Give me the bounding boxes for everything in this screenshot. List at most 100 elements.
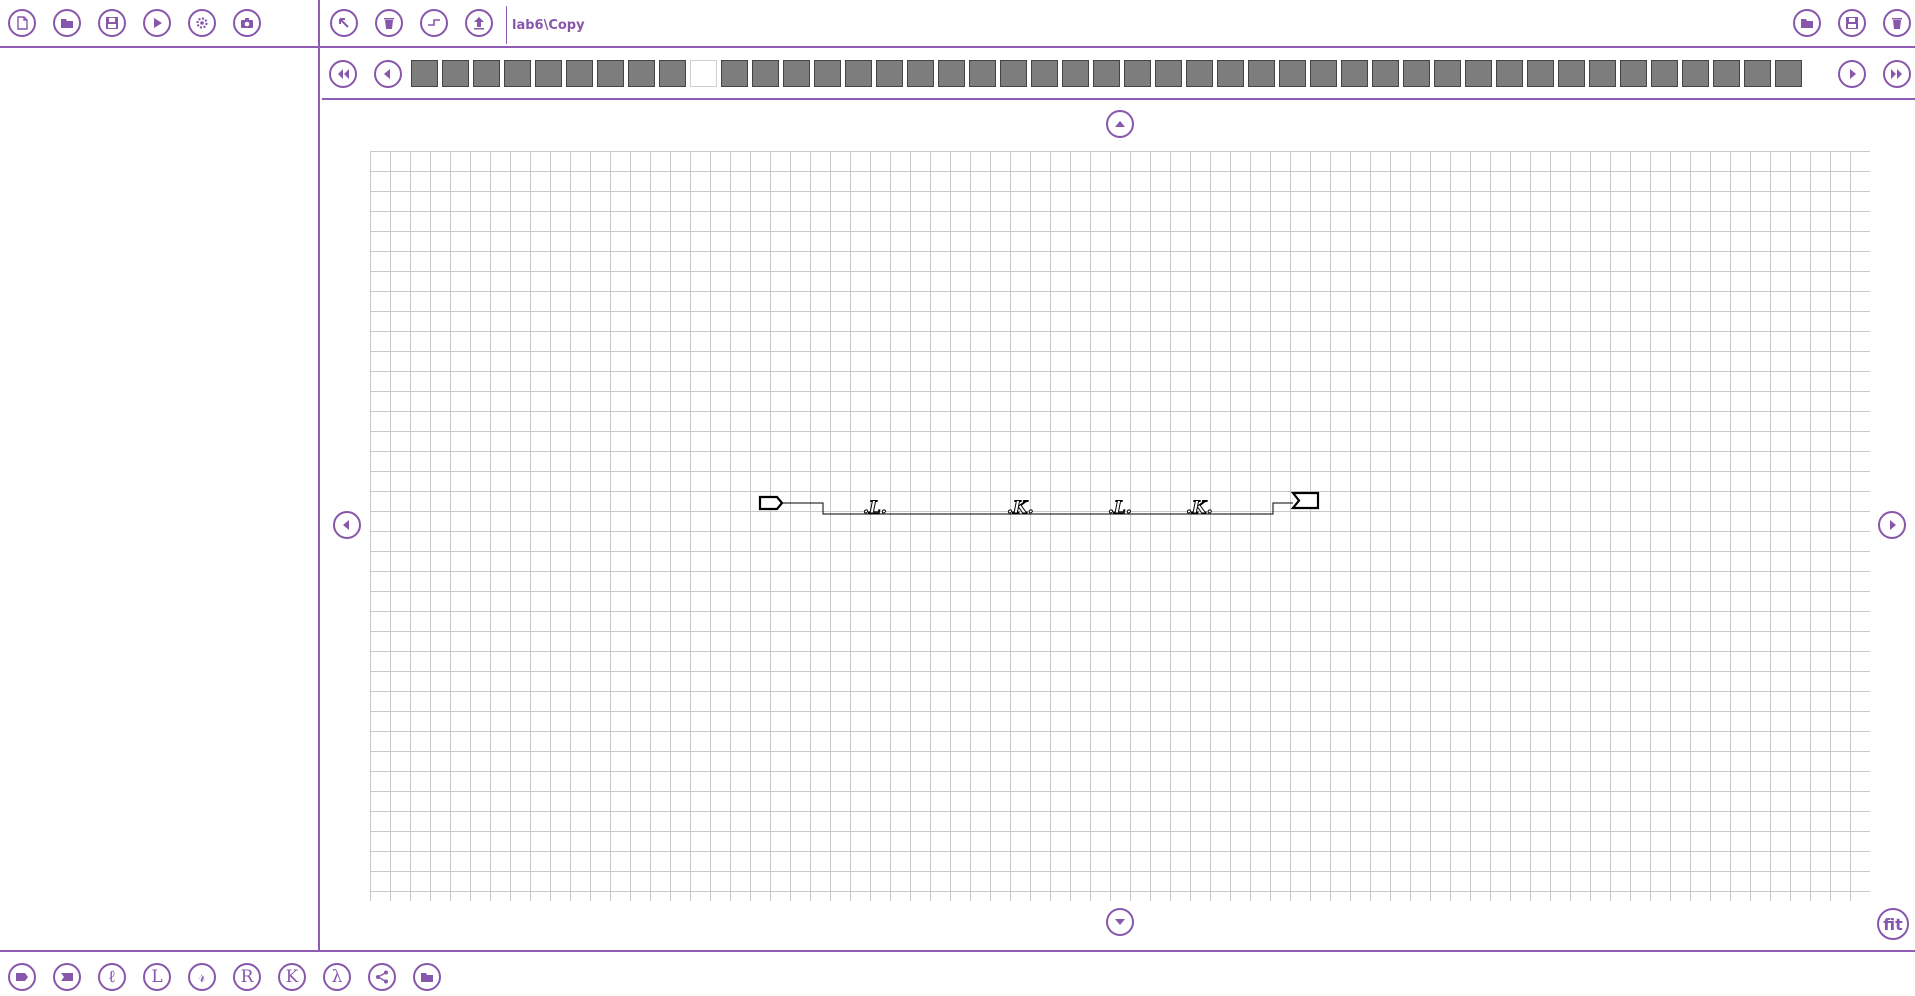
strip-slot[interactable] — [1775, 60, 1802, 87]
sink-node[interactable] — [1290, 491, 1320, 510]
strip-slot[interactable] — [659, 60, 686, 87]
open-folder-icon — [61, 19, 73, 28]
strip-slot[interactable] — [907, 60, 934, 87]
delete-right-button[interactable] — [1883, 9, 1911, 37]
step-button[interactable] — [420, 9, 448, 37]
upload-button[interactable] — [465, 9, 493, 37]
select-button[interactable] — [330, 9, 358, 37]
trash-icon — [384, 18, 394, 29]
strip-slot[interactable] — [1651, 60, 1678, 87]
save-button[interactable] — [98, 9, 126, 37]
palette-l-button[interactable]: L — [143, 963, 171, 991]
strip-slot[interactable] — [1186, 60, 1213, 87]
strip-slot[interactable] — [1124, 60, 1151, 87]
strip-slot[interactable] — [690, 60, 717, 87]
strip-slot[interactable] — [1496, 60, 1523, 87]
palette-folder-button[interactable] — [413, 963, 441, 991]
strip-slot[interactable] — [845, 60, 872, 87]
strip-slot[interactable] — [938, 60, 965, 87]
strip-slot[interactable] — [814, 60, 841, 87]
strip-slot[interactable] — [1589, 60, 1616, 87]
strip-slot[interactable] — [1372, 60, 1399, 87]
strip-slot[interactable] — [1062, 60, 1089, 87]
strip-slot[interactable] — [1620, 60, 1647, 87]
block-label[interactable]: .K. — [1007, 498, 1035, 519]
strip-slot[interactable] — [473, 60, 500, 87]
next-slot-button[interactable] — [1838, 60, 1866, 88]
diagram-canvas[interactable]: .L. .K. .L. .K. — [370, 151, 1870, 901]
strip-slot[interactable] — [1000, 60, 1027, 87]
strip-slot[interactable] — [535, 60, 562, 87]
strip-slot[interactable] — [1248, 60, 1275, 87]
first-slot-button[interactable] — [329, 60, 357, 88]
save-right-button[interactable] — [1838, 9, 1866, 37]
fit-button[interactable]: fit — [1877, 908, 1909, 940]
settings-button[interactable] — [188, 9, 216, 37]
open-folder-icon — [1801, 19, 1813, 28]
prev-slot-button[interactable] — [374, 60, 402, 88]
strip-slot[interactable] — [1682, 60, 1709, 87]
upload-icon — [474, 17, 484, 30]
palette-k-button[interactable]: K — [278, 963, 306, 991]
strip-slot[interactable] — [876, 60, 903, 87]
strip-slot[interactable] — [1217, 60, 1244, 87]
open-folder-right-button[interactable] — [1793, 9, 1821, 37]
scroll-up-button[interactable] — [1106, 110, 1134, 138]
scroll-down-button[interactable] — [1106, 908, 1134, 936]
r-script-icon: 𝓇 — [198, 966, 206, 987]
strip-slot[interactable] — [1558, 60, 1585, 87]
strip-slot[interactable] — [1527, 60, 1554, 87]
last-slot-button[interactable] — [1883, 60, 1911, 88]
strip-slot[interactable] — [721, 60, 748, 87]
palette-share-button[interactable] — [368, 963, 396, 991]
palette-l-script-button[interactable]: ℓ — [98, 963, 126, 991]
block-label[interactable]: .L. — [1108, 498, 1133, 519]
strip-slot[interactable] — [1031, 60, 1058, 87]
palette-lambda-button[interactable]: λ — [323, 963, 351, 991]
palette-input-tag-button[interactable] — [8, 963, 36, 991]
strip-slot[interactable] — [1434, 60, 1461, 87]
palette-r-script-button[interactable]: 𝓇 — [188, 963, 216, 991]
strip-slot[interactable] — [1155, 60, 1182, 87]
delete-button[interactable] — [375, 9, 403, 37]
strip-slot[interactable] — [1744, 60, 1771, 87]
strip-slot[interactable] — [752, 60, 779, 87]
frame-strip — [411, 60, 1806, 88]
run-button[interactable] — [143, 9, 171, 37]
block-label[interactable]: .K. — [1186, 498, 1214, 519]
gear-icon — [196, 17, 208, 29]
palette-output-tag-button[interactable] — [53, 963, 81, 991]
strip-slot[interactable] — [1341, 60, 1368, 87]
chevron-down-icon — [1115, 919, 1125, 925]
strip-slot[interactable] — [411, 60, 438, 87]
strip-slot[interactable] — [504, 60, 531, 87]
output-tag-icon — [61, 973, 73, 981]
strip-slot[interactable] — [783, 60, 810, 87]
strip-slot[interactable] — [597, 60, 624, 87]
strip-slot[interactable] — [1093, 60, 1120, 87]
snapshot-button[interactable] — [233, 9, 261, 37]
source-node[interactable] — [758, 495, 784, 511]
chevron-up-icon — [1115, 121, 1125, 127]
chevron-left-icon — [343, 520, 349, 530]
strip-slot[interactable] — [1465, 60, 1492, 87]
strip-slot[interactable] — [442, 60, 469, 87]
strip-slot[interactable] — [1279, 60, 1306, 87]
chevron-right-icon — [1850, 69, 1856, 79]
strip-slot[interactable] — [1310, 60, 1337, 87]
rewind-icon — [338, 69, 349, 79]
diagram-svg: .L. .K. .L. .K. — [758, 491, 1320, 519]
save-icon — [1846, 17, 1858, 29]
strip-slot[interactable] — [969, 60, 996, 87]
open-folder-button[interactable] — [53, 9, 81, 37]
new-file-button[interactable] — [8, 9, 36, 37]
sidebar-panel — [0, 48, 318, 950]
strip-slot[interactable] — [1403, 60, 1430, 87]
scroll-left-button[interactable] — [333, 511, 361, 539]
scroll-right-button[interactable] — [1878, 511, 1906, 539]
strip-slot[interactable] — [566, 60, 593, 87]
strip-slot[interactable] — [628, 60, 655, 87]
block-label[interactable]: .L. — [863, 498, 888, 519]
palette-r-button[interactable]: R — [233, 963, 261, 991]
strip-slot[interactable] — [1713, 60, 1740, 87]
